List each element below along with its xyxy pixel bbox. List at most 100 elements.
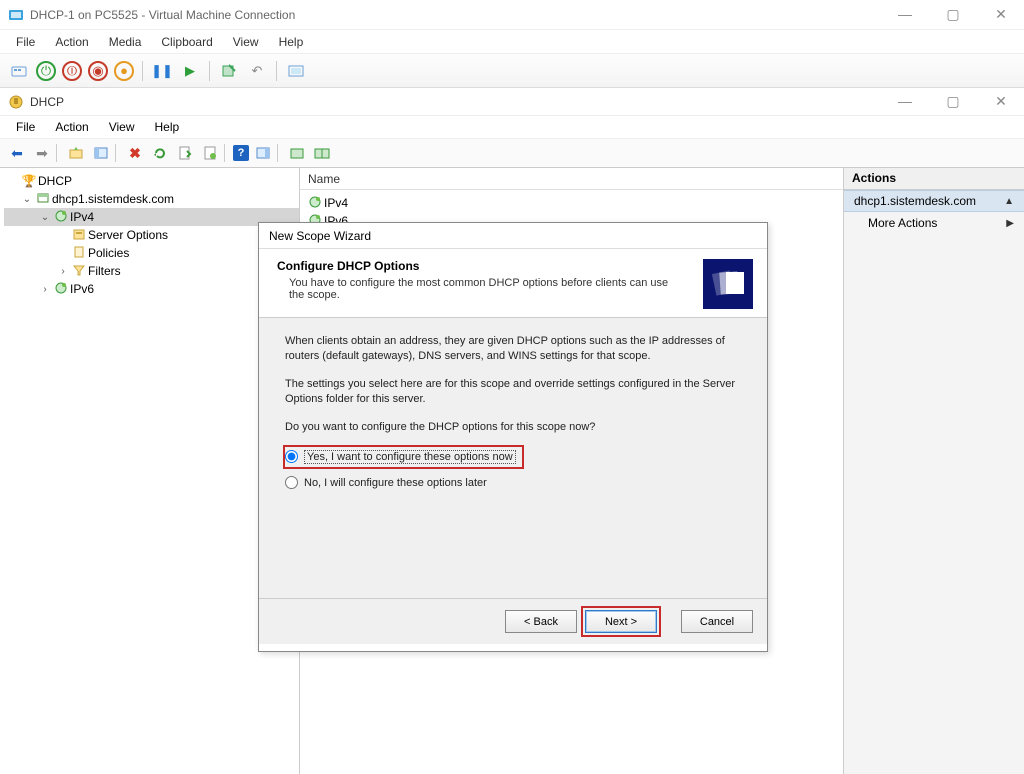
vm-minimize-button[interactable]: — [890,6,920,23]
turnoff-icon[interactable]: ⏼ [62,61,82,81]
dhcp-maximize-button[interactable]: ▢ [938,93,968,110]
scope-icon[interactable] [286,142,308,164]
shutdown-icon[interactable]: ◉ [88,61,108,81]
pause-icon[interactable]: ❚❚ [151,60,173,82]
dhcp-minimize-button[interactable]: — [890,93,920,110]
toolbar-separator [277,144,283,162]
wizard-graphic-icon [703,259,753,309]
server-icon [34,191,52,208]
filters-icon [70,263,88,280]
toolbar-separator [115,144,121,162]
tree-label: IPv4 [70,210,94,224]
tree-label: dhcp1.sistemdesk.com [52,192,174,206]
vm-menu-media[interactable]: Media [101,33,150,51]
list-column-name[interactable]: Name [300,168,843,190]
vm-menu-file[interactable]: File [8,33,43,51]
tree-label: IPv6 [70,282,94,296]
toolbar-separator [142,61,143,81]
dhcp-root-icon: 🏆 [20,174,38,188]
ctrl-alt-del-icon[interactable] [8,60,30,82]
wizard-subheading: You have to configure the most common DH… [277,277,703,301]
radio-yes-label: Yes, I want to configure these options n… [304,450,516,464]
back-button[interactable]: < Back [505,610,577,633]
start-icon[interactable]: ⏻ [36,61,56,81]
up-icon[interactable] [65,142,87,164]
server-add-icon[interactable] [311,142,333,164]
refresh-icon[interactable] [149,142,171,164]
vm-menu-help[interactable]: Help [271,33,312,51]
dhcp-menu-file[interactable]: File [8,118,43,136]
forward-icon[interactable]: ➡ [31,142,53,164]
chevron-right-icon[interactable]: › [38,284,52,295]
dhcp-close-button[interactable]: ✕ [986,93,1016,110]
radio-yes-row[interactable]: Yes, I want to configure these options n… [285,447,522,467]
radio-no-label: No, I will configure these options later [304,477,487,489]
new-scope-wizard-dialog: New Scope Wizard Configure DHCP Options … [258,222,768,652]
tree-policies[interactable]: Policies [4,244,299,262]
show-hide-tree-icon[interactable] [90,142,112,164]
save-icon[interactable]: ● [114,61,134,81]
dhcp-menu-help[interactable]: Help [147,118,188,136]
reset-icon[interactable]: ▶ [179,60,201,82]
toolbar-separator [276,61,277,81]
tree-pane[interactable]: 🏆 DHCP ⌄ dhcp1.sistemdesk.com ⌄ IPv4 Ser… [0,168,300,774]
tree-ipv6[interactable]: › IPv6 [4,280,299,298]
wizard-text-2: The settings you select here are for thi… [285,377,741,408]
vm-menu-view[interactable]: View [225,33,267,51]
radio-no[interactable] [285,476,298,489]
list-item[interactable]: IPv4 [306,194,837,212]
tree-server-options[interactable]: Server Options [4,226,299,244]
chevron-down-icon[interactable]: ⌄ [20,194,34,205]
chevron-right-icon[interactable]: › [56,266,70,277]
export-icon[interactable] [174,142,196,164]
tree-label: Server Options [88,228,168,242]
vm-close-button[interactable]: ✕ [986,6,1016,23]
tree-ipv4[interactable]: ⌄ IPv4 [4,208,299,226]
chevron-up-icon: ▲ [1004,196,1014,207]
properties-icon[interactable] [199,142,221,164]
actions-server-label: dhcp1.sistemdesk.com [854,194,976,208]
vm-toolbar: ⏻ ⏼ ◉ ● ❚❚ ▶ ↶ [0,54,1024,88]
dhcp-app-icon [8,94,24,110]
actions-pane: Actions dhcp1.sistemdesk.com ▲ More Acti… [844,168,1024,774]
vm-maximize-button[interactable]: ▢ [938,6,968,23]
vm-titlebar: DHCP-1 on PC5525 - Virtual Machine Conne… [0,0,1024,30]
toolbar-separator [209,61,210,81]
vm-menubar: File Action Media Clipboard View Help [0,30,1024,54]
tree-root-dhcp[interactable]: 🏆 DHCP [4,172,299,190]
tree-server[interactable]: ⌄ dhcp1.sistemdesk.com [4,190,299,208]
radio-yes[interactable] [285,450,298,463]
tree-filters[interactable]: › Filters [4,262,299,280]
back-icon[interactable]: ⬅ [6,142,28,164]
cancel-button[interactable]: Cancel [681,610,753,633]
actions-more-label: More Actions [854,216,937,230]
dhcp-menubar: File Action View Help [0,116,1024,138]
tree-label: Policies [88,246,129,260]
policies-icon [70,245,88,262]
next-button[interactable]: Next > [585,610,657,633]
ipv6-icon [52,281,70,298]
tree-label: DHCP [38,174,72,188]
vm-title: DHCP-1 on PC5525 - Virtual Machine Conne… [30,8,295,22]
vm-menu-clipboard[interactable]: Clipboard [153,33,220,51]
wizard-heading: Configure DHCP Options [277,259,703,273]
checkpoint-icon[interactable] [218,60,240,82]
chevron-down-icon[interactable]: ⌄ [38,212,52,223]
wizard-header: Configure DHCP Options You have to confi… [259,249,767,318]
actions-header: Actions [844,168,1024,190]
delete-icon[interactable]: ✖ [124,142,146,164]
help-icon[interactable]: ? [233,145,249,161]
enhanced-session-icon[interactable] [285,60,307,82]
dhcp-menu-view[interactable]: View [101,118,143,136]
actions-server-row[interactable]: dhcp1.sistemdesk.com ▲ [844,190,1024,212]
vm-menu-action[interactable]: Action [47,33,96,51]
dhcp-titlebar: DHCP — ▢ ✕ [0,88,1024,116]
vm-app-icon [8,7,24,23]
revert-icon[interactable]: ↶ [246,60,268,82]
actions-more-row[interactable]: More Actions ▶ [844,212,1024,234]
radio-no-row[interactable]: No, I will configure these options later [285,473,741,493]
chevron-right-icon: ▶ [1006,218,1014,229]
wizard-body: When clients obtain an address, they are… [259,318,767,598]
dhcp-menu-action[interactable]: Action [47,118,96,136]
show-hide-action-icon[interactable] [252,142,274,164]
